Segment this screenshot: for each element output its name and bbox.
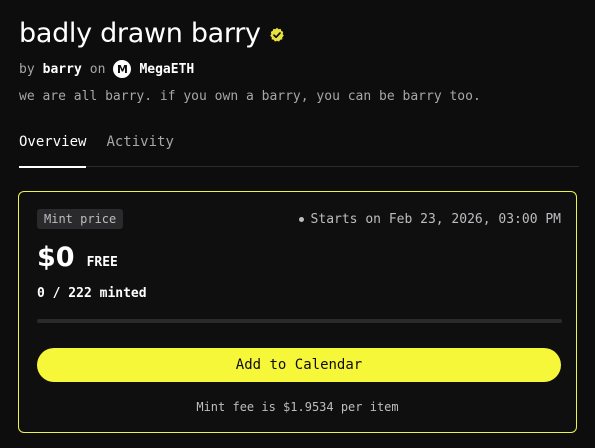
header: badly drawn barry	[19, 14, 285, 54]
chain-link[interactable]: MegaETH	[139, 62, 194, 77]
tab-overview[interactable]: Overview	[19, 128, 87, 168]
tab-activity[interactable]: Activity	[106, 128, 173, 166]
mint-price-badge: Mint price	[37, 209, 124, 229]
price-row: $0 FREE	[37, 242, 118, 273]
add-to-calendar-button[interactable]: Add to Calendar	[37, 348, 561, 382]
verified-badge-icon	[269, 27, 284, 42]
creator-link[interactable]: barry	[43, 62, 82, 77]
mint-start-text: Starts on Feb 23, 2026, 03:00 PM	[310, 212, 561, 227]
tab-bar: Overview Activity	[19, 128, 579, 168]
mint-progress-bar	[37, 319, 562, 323]
by-label: by	[19, 61, 35, 77]
mint-price: $0	[37, 242, 75, 273]
mint-start-time: Starts on Feb 23, 2026, 03:00 PM	[298, 212, 561, 227]
byline: by barry on M MegaETH	[19, 59, 194, 79]
on-label: on	[89, 61, 106, 77]
page-title: badly drawn barry	[19, 18, 261, 49]
collection-description: we are all barry. if you own a barry, yo…	[19, 89, 481, 104]
mint-card: Mint price Starts on Feb 23, 2026, 03:00…	[18, 191, 577, 433]
minted-count: 0 / 222 minted	[37, 286, 147, 301]
status-dot-icon	[298, 217, 304, 222]
megaeth-logo-icon: M	[113, 60, 132, 78]
mint-fee-note: Mint fee is $1.9534 per item	[196, 400, 399, 414]
price-note: FREE	[86, 255, 118, 270]
